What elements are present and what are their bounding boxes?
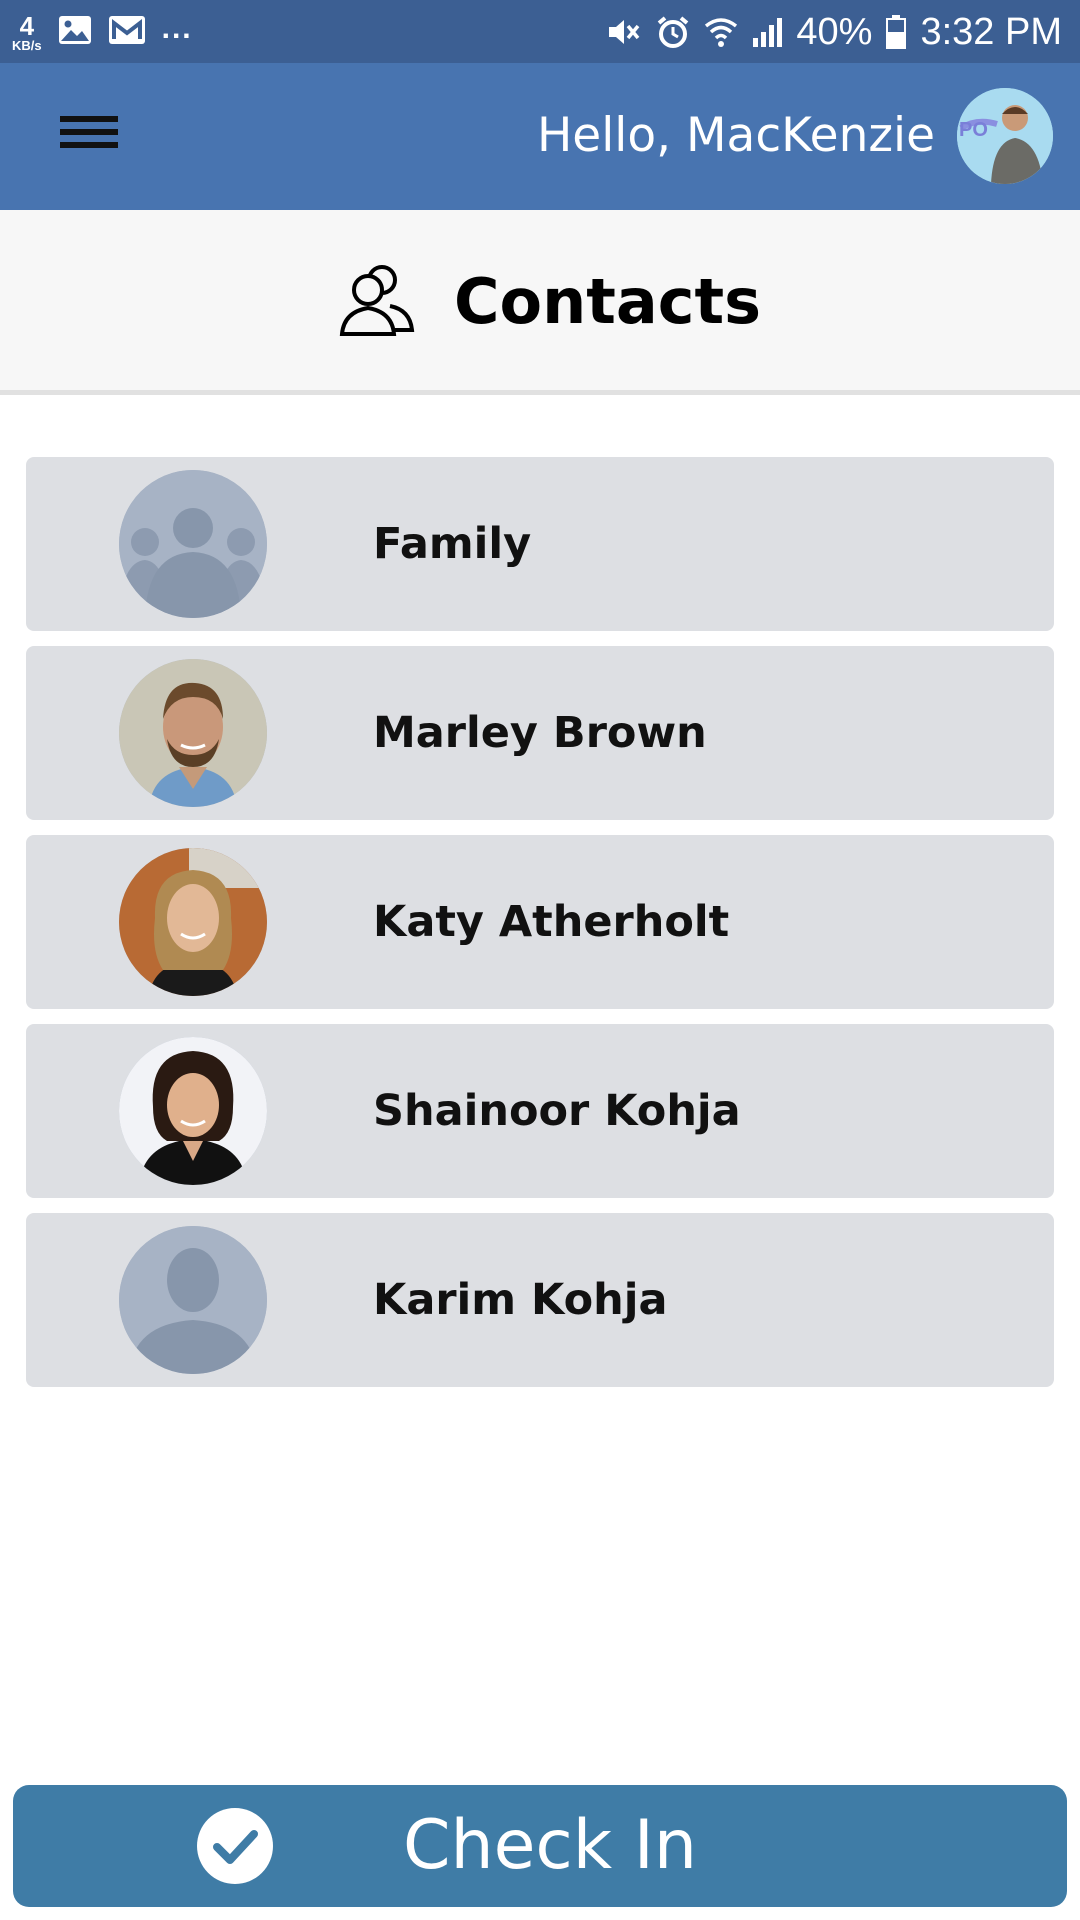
hamburger-menu-icon[interactable] xyxy=(60,109,130,165)
battery-percentage: 40% xyxy=(796,10,873,53)
wifi-icon xyxy=(704,16,738,48)
contact-name: Karim Kohja xyxy=(373,1275,668,1325)
greeting-text: Hello, MacKenzie xyxy=(536,108,935,163)
contact-row-family[interactable]: Family xyxy=(26,457,1054,631)
email-icon xyxy=(108,15,146,50)
check-in-button[interactable]: Check In xyxy=(13,1785,1067,1907)
page-title: Contacts xyxy=(454,264,762,338)
user-avatar[interactable]: PO xyxy=(957,88,1053,184)
status-bar: 4 KB/s ... 40% 3:32 PM xyxy=(0,0,1080,63)
contact-name: Family xyxy=(373,519,532,569)
contact-photo-avatar xyxy=(119,1037,267,1185)
contact-name: Shainoor Kohja xyxy=(373,1086,741,1136)
contact-list: Family Marley Brown Katy Atherholt Shain… xyxy=(26,457,1054,1402)
contact-row-shainoor-kohja[interactable]: Shainoor Kohja xyxy=(26,1024,1054,1198)
check-circle-icon xyxy=(197,1808,273,1884)
network-speed-unit: KB/s xyxy=(12,37,42,53)
check-in-label: Check In xyxy=(403,1806,697,1885)
group-placeholder-avatar xyxy=(119,470,267,618)
contact-photo-avatar xyxy=(119,659,267,807)
app-header: Hello, MacKenzie PO xyxy=(0,63,1080,210)
svg-text:PO: PO xyxy=(959,119,988,141)
page-header: Contacts xyxy=(0,210,1080,395)
contacts-icon xyxy=(338,260,416,342)
contact-name: Katy Atherholt xyxy=(373,897,730,947)
image-icon xyxy=(58,15,92,50)
contact-row-katy-atherholt[interactable]: Katy Atherholt xyxy=(26,835,1054,1009)
status-right: 40% 3:32 PM xyxy=(606,10,1062,54)
clock-time: 3:32 PM xyxy=(920,10,1062,53)
network-speed: 4 KB/s xyxy=(12,13,42,52)
contact-name: Marley Brown xyxy=(373,708,707,758)
more-notifications-indicator: ... xyxy=(161,12,193,45)
person-placeholder-avatar xyxy=(119,1226,267,1374)
status-left: 4 KB/s ... xyxy=(12,8,193,56)
contact-row-karim-kohja[interactable]: Karim Kohja xyxy=(26,1213,1054,1387)
battery-icon xyxy=(886,15,907,49)
contact-row-marley-brown[interactable]: Marley Brown xyxy=(26,646,1054,820)
contact-photo-avatar xyxy=(119,848,267,996)
alarm-icon xyxy=(656,15,690,49)
network-speed-value: 4 xyxy=(19,10,35,41)
signal-icon xyxy=(752,16,783,48)
mute-icon xyxy=(606,15,642,49)
page-title-group: Contacts xyxy=(338,260,761,342)
